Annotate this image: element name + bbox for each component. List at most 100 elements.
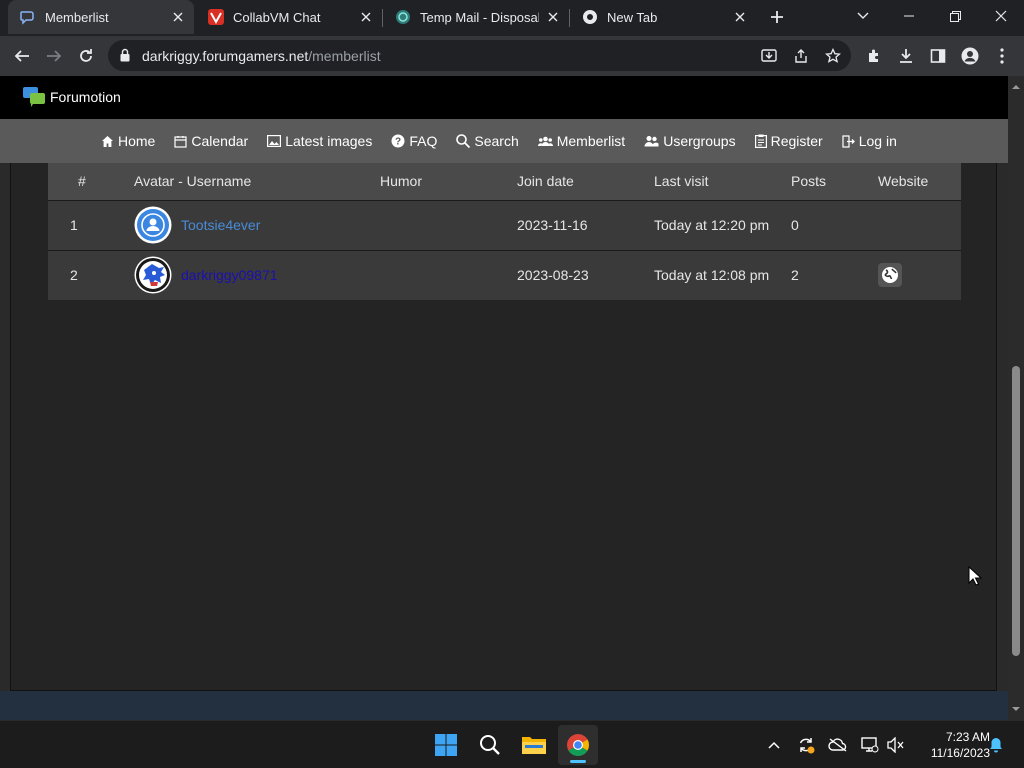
web-page: Forumotion Home Calendar Latest images ?… xyxy=(0,76,1008,720)
downloads-icon[interactable] xyxy=(894,44,918,68)
members-icon xyxy=(537,135,553,147)
lock-icon[interactable] xyxy=(120,48,130,67)
user-cell-content: darkriggy09871 xyxy=(134,256,380,294)
menu-kebab-icon[interactable] xyxy=(990,44,1014,68)
nav-label: Search xyxy=(474,133,519,149)
onedrive-offline-icon[interactable] xyxy=(828,735,848,755)
user-cell-content: Tootsie4ever xyxy=(134,206,380,244)
col-username-header[interactable]: Avatar - Username xyxy=(134,163,380,200)
join-date-cell: 2023-11-16 xyxy=(517,199,654,250)
home-icon xyxy=(101,135,114,148)
username-link[interactable]: Tootsie4ever xyxy=(181,217,260,233)
tray-overflow-chevron-icon[interactable] xyxy=(764,735,784,755)
volume-muted-icon[interactable] xyxy=(886,735,906,755)
notification-bell-icon[interactable] xyxy=(986,735,1006,755)
clock-time: 7:23 AM xyxy=(945,730,990,744)
nav-faq[interactable]: ? FAQ xyxy=(391,133,437,149)
register-icon xyxy=(754,134,767,148)
chrome-icon xyxy=(567,734,589,756)
close-icon[interactable] xyxy=(545,9,561,25)
install-app-icon[interactable] xyxy=(758,45,780,67)
scroll-up-arrow-icon[interactable] xyxy=(1011,78,1021,96)
start-button[interactable] xyxy=(426,725,466,765)
col-last-visit-header[interactable]: Last visit xyxy=(654,163,791,200)
username-link[interactable]: darkriggy09871 xyxy=(181,267,278,283)
nav-home[interactable]: Home xyxy=(101,133,155,149)
tab-search-button[interactable] xyxy=(840,0,886,32)
back-button[interactable] xyxy=(8,42,36,70)
windows-logo-icon xyxy=(435,734,457,756)
system-clock[interactable]: 7:23 AM 11/16/2023 xyxy=(910,729,990,761)
col-posts-header[interactable]: Posts xyxy=(791,163,878,200)
nav-calendar[interactable]: Calendar xyxy=(174,133,248,149)
close-icon[interactable] xyxy=(732,9,748,25)
forum-chat-icon xyxy=(20,9,36,25)
tab-temp-mail[interactable]: Temp Mail - Disposable xyxy=(383,0,569,34)
taskbar-search-button[interactable] xyxy=(470,725,510,765)
nav-register[interactable]: Register xyxy=(754,133,823,149)
login-icon xyxy=(842,134,855,148)
col-number-header[interactable]: # xyxy=(48,163,134,200)
extensions-icon[interactable] xyxy=(862,44,886,68)
humor-cell xyxy=(380,249,517,300)
nav-latest-images[interactable]: Latest images xyxy=(267,133,372,149)
row-number: 2 xyxy=(48,249,134,300)
browser-toolbar: darkriggy.forumgamers.net/memberlist xyxy=(0,36,1024,76)
col-humor-header[interactable]: Humor xyxy=(380,163,517,200)
page-footer-band xyxy=(0,691,1008,720)
posts-cell: 2 xyxy=(791,249,878,300)
page-scrollbar[interactable] xyxy=(1008,76,1024,720)
reload-button[interactable] xyxy=(72,42,100,70)
active-app-indicator xyxy=(570,760,586,763)
nav-label: Usergroups xyxy=(663,133,736,149)
website-globe-icon[interactable] xyxy=(878,263,902,288)
sync-icon[interactable] xyxy=(796,735,816,755)
last-visit-cell: Today at 12:20 pm xyxy=(654,199,791,250)
nav-usergroups[interactable]: Usergroups xyxy=(644,133,736,149)
join-date-cell: 2023-08-23 xyxy=(517,249,654,300)
address-bar[interactable]: darkriggy.forumgamers.net/memberlist xyxy=(108,40,851,71)
website-cell xyxy=(878,249,961,300)
table-row: 2 darkriggy09871 2023-08-23 Today at 12:… xyxy=(48,249,961,300)
close-window-button[interactable] xyxy=(978,0,1024,32)
nav-search[interactable]: Search xyxy=(456,133,519,149)
tab-memberlist[interactable]: Memberlist xyxy=(8,0,194,34)
share-icon[interactable] xyxy=(790,45,812,67)
forward-button[interactable] xyxy=(40,42,68,70)
col-join-date-header[interactable]: Join date xyxy=(517,163,654,200)
network-icon[interactable] xyxy=(860,735,880,755)
url-text: darkriggy.forumgamers.net/memberlist xyxy=(142,48,381,64)
new-tab-button[interactable] xyxy=(766,6,788,28)
scroll-down-arrow-icon[interactable] xyxy=(1011,700,1021,718)
tab-new-tab[interactable]: New Tab xyxy=(570,0,756,34)
nav-label: FAQ xyxy=(409,133,438,149)
user-cell: Tootsie4ever xyxy=(134,199,380,250)
faq-icon: ? xyxy=(391,134,405,148)
sonic-avatar-icon[interactable] xyxy=(134,256,172,294)
image-icon xyxy=(267,135,282,147)
folder-icon xyxy=(522,737,546,754)
nav-label: Log in xyxy=(858,133,897,149)
forumotion-brand[interactable]: Forumotion xyxy=(22,86,121,108)
scrollbar-thumb[interactable] xyxy=(1012,366,1020,656)
close-icon[interactable] xyxy=(170,9,186,25)
usergroups-icon xyxy=(644,135,659,147)
clock-date: 11/16/2023 xyxy=(930,746,990,760)
minimize-button[interactable] xyxy=(886,0,932,32)
website-cell xyxy=(878,199,961,250)
bookmark-star-icon[interactable] xyxy=(822,45,844,67)
restore-button[interactable] xyxy=(932,0,978,32)
file-explorer-button[interactable] xyxy=(514,725,554,765)
nav-label: Latest images xyxy=(285,133,373,149)
side-panel-icon[interactable] xyxy=(926,44,950,68)
close-icon[interactable] xyxy=(358,9,374,25)
nav-memberlist[interactable]: Memberlist xyxy=(537,133,626,149)
nav-login[interactable]: Log in xyxy=(842,133,897,149)
table-header-row: # Avatar - Username Humor Join date Last… xyxy=(48,163,961,200)
chrome-taskbar-button[interactable] xyxy=(558,725,598,765)
default-avatar-icon[interactable] xyxy=(134,206,172,244)
nav-label: Memberlist xyxy=(556,133,626,149)
tab-collabvm-chat[interactable]: CollabVM Chat xyxy=(196,0,382,34)
profile-icon[interactable] xyxy=(958,44,982,68)
col-website-header[interactable]: Website xyxy=(878,163,961,200)
